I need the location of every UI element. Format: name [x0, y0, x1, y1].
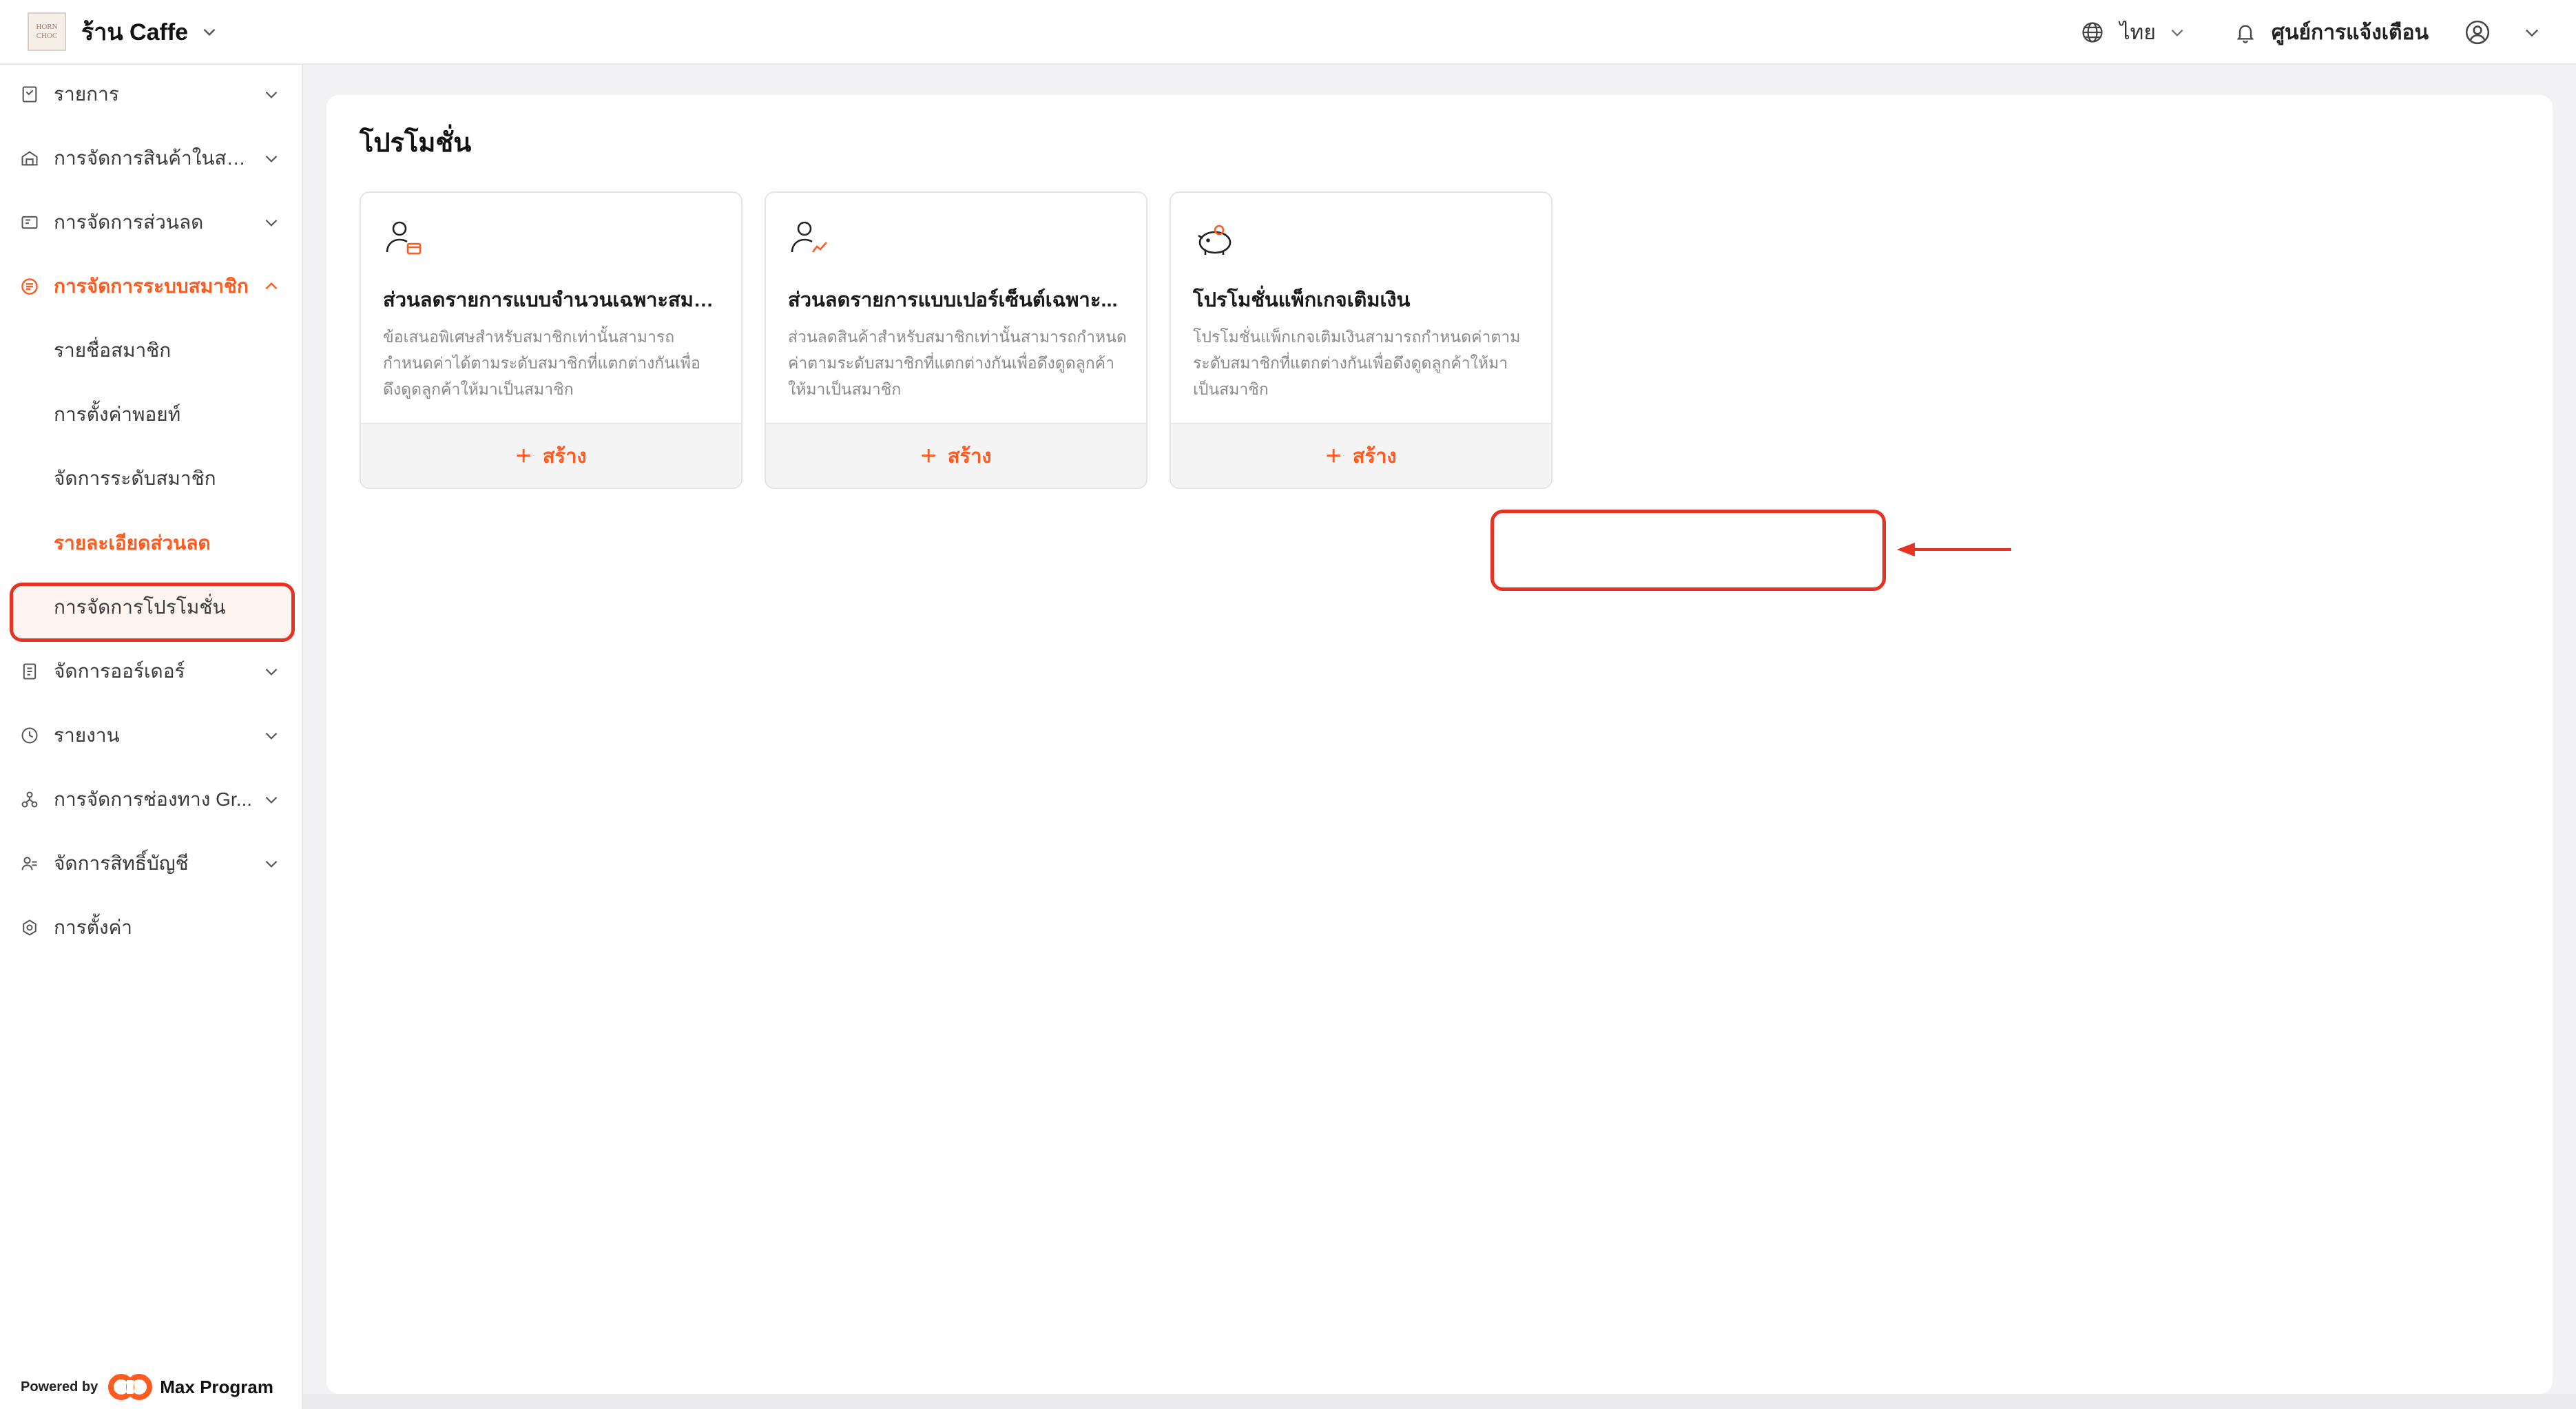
- order-icon: [19, 661, 40, 682]
- page-title: โปรโมชั่น: [360, 129, 472, 158]
- store-name: ร้าน Caffe: [81, 19, 189, 45]
- sidebar-item-label: การจัดการช่องทาง Gr...: [54, 789, 253, 810]
- account-icon: [19, 853, 40, 874]
- card-title: ส่วนลดรายการแบบเปอร์เซ็นต์เฉพาะ...: [788, 289, 1118, 311]
- plus-icon: +: [515, 441, 532, 471]
- sidebar-item-orders[interactable]: จัดการออร์เดอร์: [0, 642, 303, 701]
- sidebar-subitem-label: จัดการระดับสมาชิก: [54, 468, 216, 489]
- sidebar: รายการ การจัดการสินค้าในสต๊... การจัดการ…: [0, 65, 303, 1409]
- sidebar-subitem-label: รายชื่อสมาชิก: [54, 340, 172, 361]
- promo-card-topup-package: โปรโมชั่นแพ็กเกจเติมเงิน โปรโมชั่นแพ็กเก…: [1170, 191, 1552, 489]
- chevron-down-icon: [262, 790, 281, 809]
- member-percent-icon: [788, 218, 832, 262]
- chevron-down-icon: [2168, 23, 2186, 41]
- sidebar-subitem-label: การจัดการโปรโมชั่น: [54, 596, 226, 618]
- promo-card-member-amount-discount: ส่วนลดรายการแบบจำนวนเฉพาะสมาชิก... ข้อเส…: [360, 191, 742, 489]
- discount-icon: [19, 212, 40, 233]
- card-title: โปรโมชั่นแพ็กเกจเติมเงิน: [1193, 289, 1411, 311]
- language-label: ไทย: [2119, 21, 2156, 44]
- sidebar-item-label: จัดการออร์เดอร์: [54, 660, 185, 682]
- sidebar-item-label: การจัดการระบบสมาชิก: [54, 275, 249, 297]
- sidebar-item-membership[interactable]: การจัดการระบบสมาชิก: [0, 257, 303, 316]
- sidebar-subitem-discount-details[interactable]: รายละเอียดส่วนลด: [0, 514, 303, 573]
- notification-center[interactable]: ศูนย์การแจ้งเตือน: [2234, 17, 2429, 49]
- main-content: โปรโมชั่น ส่วนลดรายการแบบจำนวนเฉพาะสมาชิ…: [326, 95, 2553, 1394]
- sidebar-item-transactions[interactable]: รายการ: [0, 65, 303, 124]
- chevron-down-icon: [262, 662, 281, 681]
- plus-icon: +: [1325, 441, 1342, 471]
- max-program-brand: Max Program: [160, 1376, 273, 1397]
- chevron-down-icon: [2522, 23, 2542, 42]
- card-title: ส่วนลดรายการแบบจำนวนเฉพาะสมาชิก...: [383, 289, 722, 311]
- sidebar-item-label: รายการ: [54, 83, 119, 105]
- create-button-label: สร้าง: [542, 446, 587, 468]
- card-description: ข้อเสนอพิเศษสำหรับสมาชิกเท่านั้นสามารถกำ…: [383, 328, 700, 398]
- card-description: ส่วนลดสินค้าสำหรับสมาชิกเท่านั้นสามารถกำ…: [788, 328, 1127, 398]
- sidebar-item-label: รายงาน: [54, 724, 120, 746]
- channel-icon: [19, 789, 40, 810]
- promo-card-member-percent-discount: ส่วนลดรายการแบบเปอร์เซ็นต์เฉพาะ... ส่วนล…: [765, 191, 1147, 489]
- chevron-down-icon: [200, 23, 218, 41]
- arrow-left-icon: [1894, 540, 2015, 563]
- sidebar-subitem-label: การตั้งค่าพอยท์: [54, 404, 181, 425]
- globe-icon: [2081, 21, 2104, 44]
- language-selector[interactable]: ไทย: [2081, 17, 2185, 49]
- chevron-down-icon: [262, 213, 281, 232]
- piggy-bank-icon: [1193, 218, 1237, 262]
- chevron-down-icon: [262, 726, 281, 745]
- powered-by: Powered by Max Program: [21, 1372, 273, 1402]
- sidebar-item-label: การตั้งค่า: [54, 917, 133, 938]
- store-icon: [19, 148, 40, 169]
- powered-by-label: Powered by: [21, 1379, 98, 1395]
- create-button[interactable]: + สร้าง: [766, 423, 1146, 488]
- member-icon: [19, 276, 40, 297]
- user-menu[interactable]: [2464, 19, 2542, 45]
- sidebar-subitem-points-settings[interactable]: การตั้งค่าพอยท์: [0, 385, 303, 444]
- member-card-icon: [383, 218, 427, 262]
- settings-icon: [19, 917, 40, 938]
- sidebar-item-settings[interactable]: การตั้งค่า: [0, 898, 303, 957]
- notification-center-label: ศูนย์การแจ้งเตือน: [2271, 21, 2429, 44]
- create-button-label: สร้าง: [947, 446, 992, 468]
- sidebar-item-account-permissions[interactable]: จัดการสิทธิ์บัญชี: [0, 834, 303, 893]
- card-description: โปรโมชั่นแพ็กเกจเติมเงินสามารถกำหนดค่าตา…: [1193, 328, 1521, 398]
- sidebar-item-label: จัดการสิทธิ์บัญชี: [54, 853, 189, 874]
- sidebar-item-channels[interactable]: การจัดการช่องทาง Gr...: [0, 770, 303, 829]
- receipt-icon: [19, 84, 40, 105]
- sidebar-subitem-member-levels[interactable]: จัดการระดับสมาชิก: [0, 449, 303, 508]
- sidebar-item-label: การจัดการส่วนลด: [54, 211, 204, 233]
- plus-icon: +: [920, 441, 937, 471]
- sidebar-item-discounts[interactable]: การจัดการส่วนลด: [0, 193, 303, 252]
- chevron-down-icon: [262, 149, 281, 168]
- sidebar-item-inventory[interactable]: การจัดการสินค้าในสต๊...: [0, 129, 303, 188]
- store-switcher[interactable]: HORN CHOC ร้าน Caffe: [28, 0, 218, 64]
- chevron-up-icon: [262, 277, 281, 296]
- sidebar-subitem-promotions[interactable]: การจัดการโปรโมชั่น: [0, 578, 303, 637]
- clock-icon: [19, 725, 40, 746]
- user-avatar-icon: [2464, 19, 2491, 45]
- create-button[interactable]: + สร้าง: [1171, 423, 1551, 488]
- sidebar-item-reports[interactable]: รายงาน: [0, 706, 303, 765]
- sidebar-item-label: การจัดการสินค้าในสต๊...: [54, 147, 253, 169]
- sidebar-subitem-member-list[interactable]: รายชื่อสมาชิก: [0, 321, 303, 380]
- create-button-label: สร้าง: [1352, 446, 1397, 468]
- top-bar: HORN CHOC ร้าน Caffe ไทย ศูนย์การแจ้งเตื…: [0, 0, 2576, 65]
- create-button[interactable]: + สร้าง: [361, 423, 741, 488]
- store-logo: HORN CHOC: [28, 12, 66, 51]
- bottom-edge: [303, 1394, 2576, 1409]
- store-logo-line-2: CHOC: [36, 32, 58, 40]
- sidebar-subitem-label: รายละเอียดส่วนลด: [54, 532, 211, 554]
- chevron-down-icon: [262, 85, 281, 104]
- bell-icon: [2234, 21, 2256, 44]
- store-logo-line-1: HORN: [36, 23, 58, 31]
- chevron-down-icon: [262, 854, 281, 873]
- max-program-logo: Max Program: [107, 1372, 273, 1402]
- create-button-highlight: [1490, 510, 1886, 591]
